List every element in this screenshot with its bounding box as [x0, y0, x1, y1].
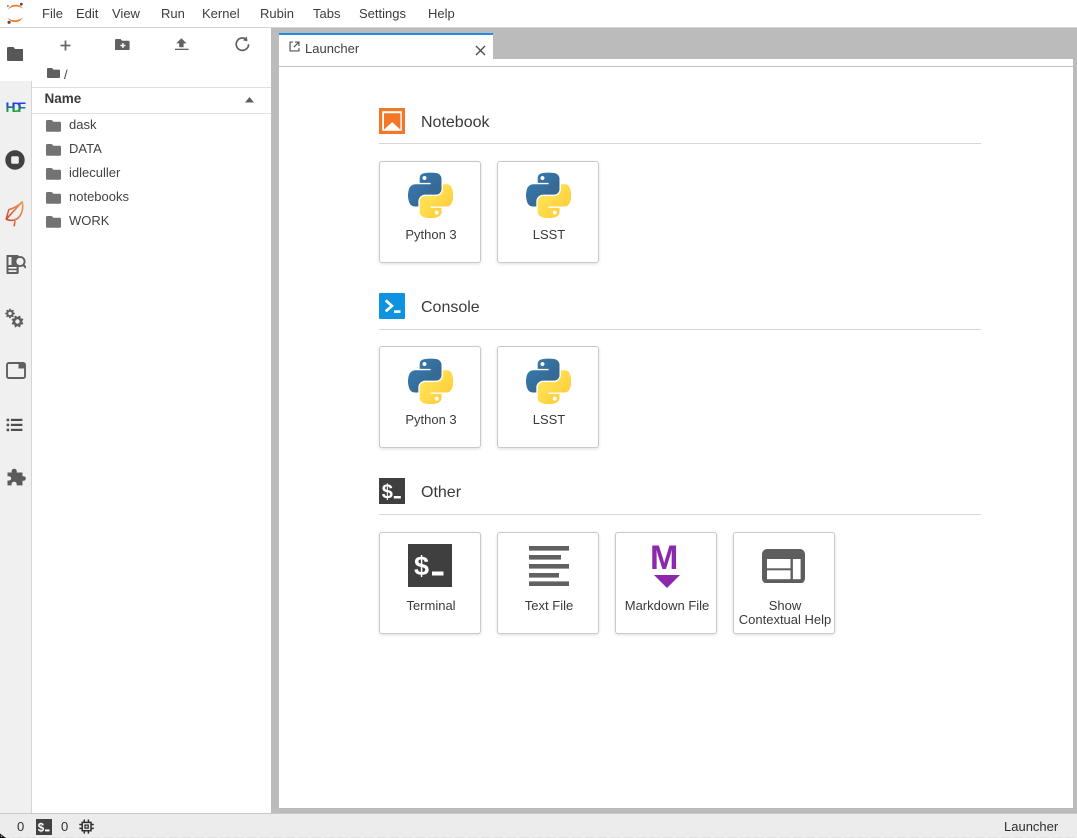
svg-text:M: M — [650, 542, 678, 577]
svg-text:$: $ — [414, 551, 429, 581]
svg-text:HDF: HDF — [5, 99, 26, 114]
svg-text:$: $ — [38, 822, 45, 834]
svg-text:$: $ — [382, 482, 393, 504]
